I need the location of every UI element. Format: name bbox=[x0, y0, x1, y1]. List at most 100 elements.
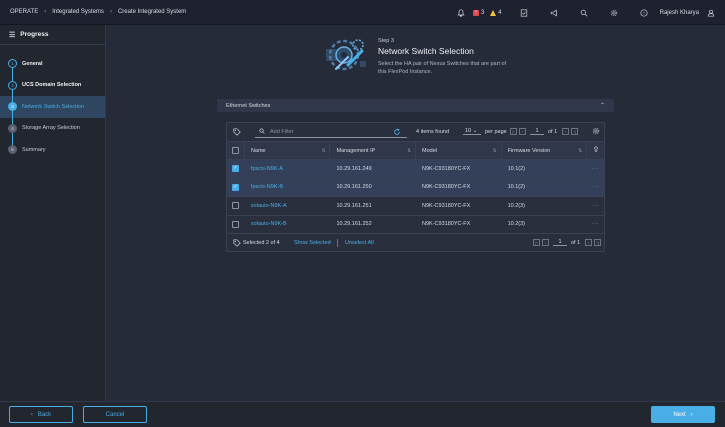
column-label: Management IP bbox=[336, 147, 376, 154]
row-actions-cell: ··· bbox=[587, 197, 604, 215]
row-checkbox[interactable]: ✓ bbox=[232, 183, 239, 191]
step-summary[interactable]: 5 Summary bbox=[0, 139, 105, 161]
next-button[interactable]: Next › bbox=[651, 406, 715, 423]
table-row[interactable]: solauto-N9K-A 10.29.161.251 N9K-C93180YC… bbox=[227, 197, 604, 216]
chevron-up-icon[interactable]: ⌃ bbox=[600, 102, 605, 109]
critical-alerts[interactable]: ! 3 bbox=[472, 9, 484, 16]
progress-panel: ☰ Progress 1 General 2 UCS Domain Select… bbox=[0, 25, 106, 401]
ethernet-switches-section[interactable]: Ethernet Switches ⌃ bbox=[217, 99, 614, 112]
step-label: Network Switch Selection bbox=[22, 103, 85, 110]
progress-title: Progress bbox=[20, 31, 49, 38]
table-row[interactable]: ✓ fpscis-N9K-B 10.29.161.250 N9K-C93180Y… bbox=[227, 178, 604, 197]
pagination: |‹ ‹ 1 of 1 › ›| bbox=[510, 128, 579, 135]
column-header-firmware-version[interactable]: Firmware Version ⇅ bbox=[502, 142, 588, 159]
per-page-value[interactable]: 10 ⌄ bbox=[463, 128, 481, 135]
row-actions-cell: ··· bbox=[587, 160, 604, 178]
page-number-input[interactable]: 1 bbox=[553, 239, 567, 246]
last-page-button[interactable]: ›| bbox=[594, 239, 602, 246]
chevron-left-icon: ‹ bbox=[30, 411, 33, 418]
user-name[interactable]: Rajesh Kharya bbox=[660, 10, 699, 16]
table-settings-icon[interactable] bbox=[592, 127, 600, 137]
per-page-label: per page bbox=[485, 128, 507, 135]
switch-name-link[interactable]: fpscis-N9K-A bbox=[251, 166, 283, 172]
more-actions-icon[interactable]: ··· bbox=[592, 203, 600, 209]
name-cell: solauto-N9K-B bbox=[245, 216, 331, 234]
step-network-switch-selection[interactable]: 3 Network Switch Selection bbox=[0, 96, 105, 118]
next-page-button[interactable]: › bbox=[562, 128, 570, 135]
step-number: 3 bbox=[8, 102, 17, 112]
breadcrumb-integrated-systems[interactable]: Integrated Systems bbox=[52, 9, 104, 15]
show-selected-link[interactable]: Show Selected bbox=[294, 240, 331, 246]
gear-icon[interactable] bbox=[606, 5, 622, 21]
search-icon[interactable] bbox=[576, 5, 592, 21]
column-label: Model bbox=[422, 147, 438, 154]
user-icon[interactable] bbox=[703, 5, 719, 21]
switch-name-link[interactable]: solauto-N9K-A bbox=[251, 203, 287, 209]
menu-icon[interactable]: ☰ bbox=[9, 31, 15, 39]
row-checkbox[interactable] bbox=[232, 202, 239, 210]
switch-name-link[interactable]: fpscis-N9K-B bbox=[251, 184, 283, 190]
step-description: Select the HA pair of Nexus Switches tha… bbox=[378, 61, 507, 75]
back-label: Back bbox=[37, 411, 52, 418]
step-ucs-domain-selection[interactable]: 2 UCS Domain Selection bbox=[0, 75, 105, 97]
step-number: 2 bbox=[8, 80, 17, 90]
step-general[interactable]: 1 General bbox=[0, 53, 105, 75]
model-cell: N9K-C93180YC-FX bbox=[422, 165, 471, 172]
unselect-all-link[interactable]: Unselect All bbox=[345, 240, 374, 246]
prev-page-button[interactable]: ‹ bbox=[519, 128, 526, 135]
page-title: Network Switch Selection bbox=[378, 46, 474, 56]
tag-icon bbox=[233, 239, 241, 247]
table-row[interactable]: solauto-N9K-B 10.29.161.252 N9K-C93180YC… bbox=[227, 216, 604, 234]
column-header-model[interactable]: Model ⇅ bbox=[416, 142, 502, 159]
prev-page-button[interactable]: ‹ bbox=[542, 239, 549, 246]
step-storage-array-selection[interactable]: 4 Storage Array Selection bbox=[0, 118, 105, 140]
pin-icon[interactable] bbox=[593, 146, 599, 155]
firmware-cell: 10.1(2) bbox=[507, 165, 525, 172]
step-label: UCS Domain Selection bbox=[22, 82, 82, 89]
select-all-checkbox[interactable] bbox=[232, 147, 239, 154]
column-header-management-ip[interactable]: Management IP ⇅ bbox=[330, 142, 417, 159]
row-actions-cell: ··· bbox=[587, 216, 604, 234]
model-cell: N9K-C93180YC-FX bbox=[422, 202, 471, 209]
row-checkbox[interactable] bbox=[232, 220, 239, 228]
first-page-button[interactable]: |‹ bbox=[533, 239, 540, 246]
more-actions-icon[interactable]: ··· bbox=[592, 221, 600, 227]
next-page-button[interactable]: › bbox=[585, 239, 593, 246]
warning-icon bbox=[490, 9, 497, 16]
wizard-footer: ‹ Back Cancel Next › bbox=[0, 401, 725, 427]
column-header-name[interactable]: Name ⇅ bbox=[245, 142, 331, 159]
refresh-icon[interactable] bbox=[393, 128, 401, 138]
warning-alerts[interactable]: 4 bbox=[490, 9, 502, 16]
switch-name-link[interactable]: solauto-N9K-B bbox=[251, 221, 287, 227]
footer-pagination: |‹ ‹ 1 of 1 › ›| bbox=[533, 239, 602, 246]
filter-input[interactable]: Add Filter bbox=[255, 127, 407, 138]
last-page-button[interactable]: ›| bbox=[571, 128, 579, 135]
top-bar: OPERATE › Integrated Systems › Create In… bbox=[0, 0, 725, 25]
row-checkbox[interactable]: ✓ bbox=[232, 165, 239, 173]
selected-count: Selected 2 of 4 bbox=[243, 240, 280, 246]
help-icon[interactable]: ? bbox=[636, 5, 652, 21]
name-cell: solauto-N9K-A bbox=[245, 197, 331, 215]
per-page-select[interactable]: 10 ⌄ per page bbox=[463, 128, 507, 135]
column-header-actions bbox=[587, 142, 604, 159]
page-of: of 1 bbox=[571, 239, 581, 246]
table-row[interactable]: ✓ fpscis-N9K-A 10.29.161.249 N9K-C93180Y… bbox=[227, 160, 604, 179]
back-button[interactable]: ‹ Back bbox=[9, 406, 73, 423]
cancel-button[interactable]: Cancel bbox=[83, 406, 147, 423]
bell-icon[interactable] bbox=[453, 5, 469, 21]
tag-icon[interactable] bbox=[233, 128, 241, 136]
megaphone-icon[interactable] bbox=[546, 5, 562, 21]
ip-cell: 10.29.161.252 bbox=[336, 221, 372, 228]
tasks-icon[interactable] bbox=[516, 5, 532, 21]
breadcrumb-operate[interactable]: OPERATE bbox=[10, 9, 38, 15]
first-page-button[interactable]: |‹ bbox=[510, 128, 517, 135]
step-number: 1 bbox=[8, 59, 17, 69]
row-select-cell: ✓ bbox=[227, 160, 245, 178]
name-cell: fpscis-N9K-B bbox=[245, 179, 331, 197]
more-actions-icon[interactable]: ··· bbox=[592, 184, 600, 190]
more-actions-icon[interactable]: ··· bbox=[592, 166, 600, 172]
firmware-cell: 10.2(3) bbox=[507, 202, 525, 209]
svg-text:?: ? bbox=[643, 10, 646, 15]
page-number-input[interactable]: 1 bbox=[530, 128, 544, 135]
step-number: 5 bbox=[8, 145, 17, 155]
